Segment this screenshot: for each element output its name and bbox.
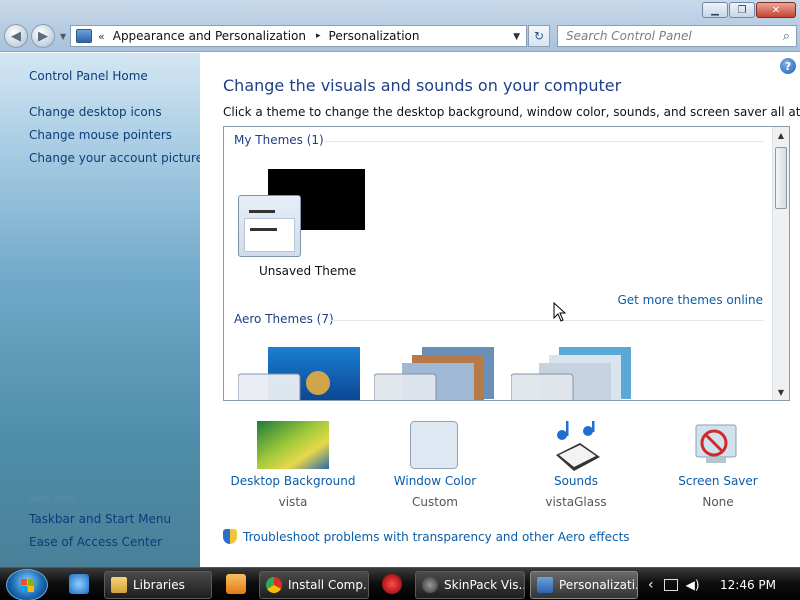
control-panel-home-link[interactable]: Control Panel Home bbox=[29, 69, 148, 83]
window-inner bbox=[244, 218, 295, 252]
maximize-button[interactable]: ❐ bbox=[729, 2, 755, 18]
control-panel-icon bbox=[76, 29, 92, 43]
unsaved-theme-label: Unsaved Theme bbox=[259, 264, 357, 278]
windows-logo-icon bbox=[21, 579, 34, 592]
volume-icon[interactable]: ◀) bbox=[686, 578, 700, 592]
back-button[interactable]: ◀ bbox=[4, 24, 28, 48]
taskbar-label: SkinPack Vis... bbox=[444, 578, 525, 592]
refresh-icon: ↻ bbox=[533, 29, 545, 43]
divider bbox=[329, 320, 764, 321]
taskbar: Libraries Install Comp... SkinPack Vis..… bbox=[0, 567, 800, 600]
skinpack-icon bbox=[422, 577, 438, 593]
taskbar-button-personalization[interactable]: Personalizati... bbox=[530, 571, 638, 599]
close-button[interactable]: ✕ bbox=[756, 2, 796, 18]
sounds-icon bbox=[556, 421, 600, 471]
title-bar: ▁ ❐ ✕ ◀ ▶ ▼ « Appearance and Personaliza… bbox=[0, 0, 800, 52]
address-dropdown-icon[interactable]: ▼ bbox=[513, 32, 520, 42]
start-button[interactable] bbox=[6, 569, 48, 600]
taskbar-label: Personalizati... bbox=[559, 578, 638, 592]
breadcrumb-personalization[interactable]: Personalization bbox=[329, 29, 420, 43]
see-also-heading: See also bbox=[29, 492, 76, 505]
window-bar bbox=[249, 210, 275, 213]
my-themes-heading[interactable]: My Themes (1) bbox=[234, 133, 324, 147]
troubleshoot-label[interactable]: Troubleshoot problems with transparency … bbox=[243, 530, 630, 544]
folder-icon bbox=[111, 577, 127, 593]
left-navigation-pane: Control Panel Home Change desktop icons … bbox=[0, 53, 203, 567]
architecture-theme-thumbnail bbox=[374, 347, 494, 400]
address-bar[interactable]: « Appearance and Personalization ▸ Perso… bbox=[70, 25, 527, 47]
page-subtitle: Click a theme to change the desktop back… bbox=[223, 105, 800, 119]
theme-list[interactable]: My Themes (1) Unsaved Theme Get more the… bbox=[223, 126, 790, 401]
theme-list-scrollbar[interactable]: ▲ ▼ bbox=[772, 127, 789, 400]
recent-pages-dropdown[interactable]: ▼ bbox=[60, 32, 66, 41]
taskbar-label: Libraries bbox=[133, 578, 185, 592]
change-mouse-pointers-link[interactable]: Change mouse pointers bbox=[29, 128, 172, 142]
windows-theme-thumbnail bbox=[238, 347, 360, 400]
help-icon[interactable]: ? bbox=[780, 58, 796, 74]
troubleshoot-link[interactable]: Troubleshoot problems with transparency … bbox=[223, 529, 630, 544]
internet-explorer-icon[interactable] bbox=[69, 574, 89, 594]
minimize-button[interactable]: ▁ bbox=[702, 2, 728, 18]
ease-of-access-link[interactable]: Ease of Access Center bbox=[29, 535, 162, 549]
control-panel-icon bbox=[537, 577, 553, 593]
search-icon[interactable]: ⌕ bbox=[783, 29, 790, 44]
refresh-button[interactable]: ↻ bbox=[528, 25, 550, 47]
breadcrumb-appearance[interactable]: Appearance and Personalization bbox=[113, 29, 306, 43]
back-arrow-icon: ◀ bbox=[11, 28, 21, 44]
taskbar-label: Install Comp... bbox=[288, 578, 369, 592]
taskbar-button-libraries[interactable]: Libraries bbox=[104, 571, 212, 599]
desktop-background-label[interactable]: Desktop Background bbox=[223, 474, 363, 488]
show-hidden-icons-icon[interactable]: ‹ bbox=[648, 577, 654, 593]
window-controls: ▁ ❐ ✕ bbox=[702, 2, 796, 18]
forward-arrow-icon: ▶ bbox=[38, 28, 48, 44]
change-desktop-icons-link[interactable]: Change desktop icons bbox=[29, 105, 162, 119]
taskbar-start-menu-link[interactable]: Taskbar and Start Menu bbox=[29, 512, 171, 526]
divider bbox=[324, 141, 764, 142]
window-color-label[interactable]: Window Color bbox=[365, 474, 505, 488]
mouse-cursor-icon bbox=[553, 302, 567, 322]
record-app-icon[interactable] bbox=[382, 574, 402, 594]
sounds-value: vistaGlass bbox=[545, 495, 607, 509]
scroll-thumb[interactable] bbox=[775, 147, 787, 209]
network-icon[interactable] bbox=[663, 578, 678, 591]
search-box[interactable]: ⌕ bbox=[557, 25, 797, 47]
window-color-value: Custom bbox=[412, 495, 458, 509]
aero-themes-heading[interactable]: Aero Themes (7) bbox=[234, 312, 334, 326]
media-player-icon[interactable] bbox=[226, 574, 246, 594]
shield-icon bbox=[223, 529, 237, 544]
window-color-thumbnail bbox=[238, 195, 301, 257]
desktop-background-value: vista bbox=[278, 495, 308, 509]
taskbar-button-skinpack[interactable]: SkinPack Vis... bbox=[415, 571, 525, 599]
taskbar-button-install-comp[interactable]: Install Comp... bbox=[259, 571, 369, 599]
sounds-label[interactable]: Sounds bbox=[506, 474, 646, 488]
characters-theme-thumbnail bbox=[511, 347, 631, 400]
notification-area: ‹ ◀) 12:46 PM bbox=[640, 568, 800, 600]
address-overflow-chevron[interactable]: « bbox=[98, 30, 105, 43]
window-bar bbox=[250, 228, 277, 231]
get-more-themes-link[interactable]: Get more themes online bbox=[617, 293, 763, 307]
desktop-background-icon bbox=[257, 421, 329, 469]
clock[interactable]: 12:46 PM bbox=[720, 578, 776, 592]
screen-saver-label[interactable]: Screen Saver bbox=[648, 474, 788, 488]
page-title: Change the visuals and sounds on your co… bbox=[223, 76, 622, 95]
forward-button[interactable]: ▶ bbox=[31, 24, 55, 48]
main-content: ? Change the visuals and sounds on your … bbox=[200, 53, 800, 567]
screen-saver-icon bbox=[695, 424, 737, 463]
change-account-picture-link[interactable]: Change your account picture bbox=[29, 151, 203, 165]
screen-saver-value: None bbox=[702, 495, 734, 509]
breadcrumb-separator-icon[interactable]: ▸ bbox=[316, 31, 321, 41]
chrome-icon bbox=[266, 577, 282, 593]
search-input[interactable] bbox=[566, 29, 766, 43]
scroll-up-icon[interactable]: ▲ bbox=[773, 127, 789, 143]
scroll-down-icon[interactable]: ▼ bbox=[773, 384, 789, 400]
window-color-icon bbox=[410, 421, 458, 469]
